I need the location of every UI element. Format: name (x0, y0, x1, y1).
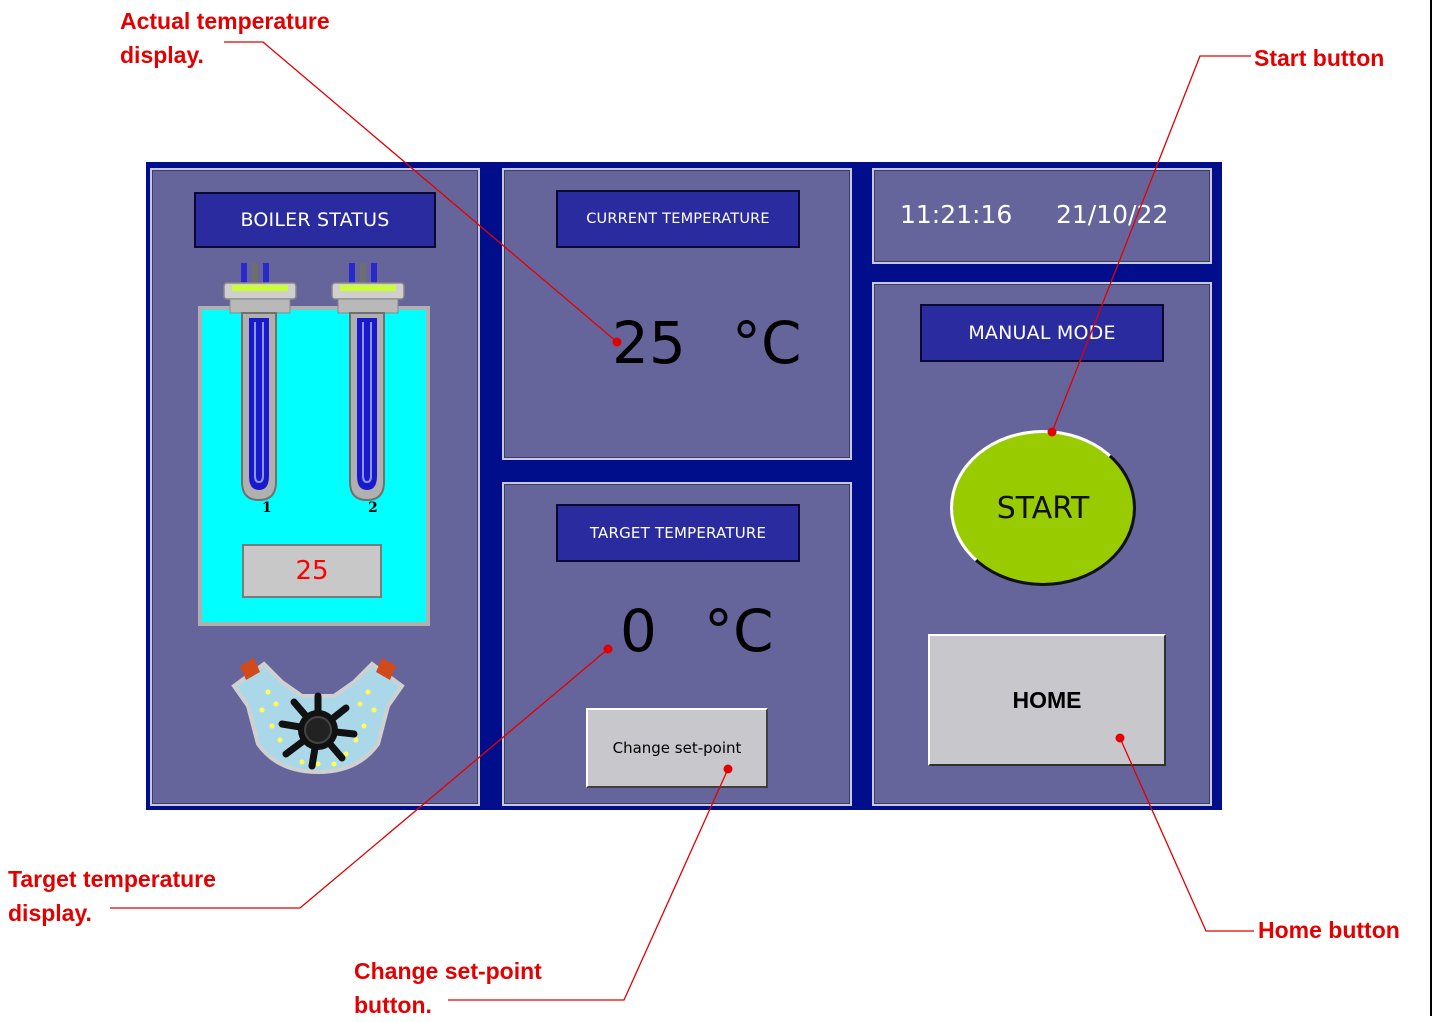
control-panel: MANUAL MODE START HOME (872, 282, 1212, 806)
current-temperature-panel: CURRENT TEMPERATURE 25 °C (502, 168, 852, 460)
annotation-actual-temperature: Actual temperature display. (120, 8, 330, 68)
right-edge-line (1430, 0, 1432, 1016)
home-button[interactable]: HOME (928, 634, 1166, 766)
current-temperature-label: CURRENT TEMPERATURE (556, 190, 800, 248)
heater-2-label: 2 (368, 500, 378, 516)
change-setpoint-button[interactable]: Change set-point (586, 708, 768, 788)
clock-time: 11:21:16 (900, 200, 1013, 229)
hmi-screen: BOILER STATUS 1 2 25 CURRENT TEMPERATURE… (146, 162, 1222, 810)
heater-1-label: 1 (262, 500, 272, 516)
annotation-change-setpoint: Change set-point button. (354, 958, 542, 1018)
boiler-panel: BOILER STATUS 1 2 25 (150, 168, 480, 806)
manual-mode-label: MANUAL MODE (920, 304, 1164, 362)
target-temperature-unit: °C (704, 597, 774, 665)
annotation-start-button: Start button (1254, 45, 1385, 71)
pump-icon (231, 658, 405, 774)
target-temperature-value: 0 (620, 597, 657, 665)
boiler-status-label: BOILER STATUS (194, 192, 436, 248)
current-temperature-value: 25 (612, 309, 686, 377)
water-temperature-display: 25 (242, 544, 382, 598)
annotation-target-temperature: Target temperature display. (8, 866, 216, 926)
annotation-home-button: Home button (1258, 917, 1400, 943)
target-temperature-panel: TARGET TEMPERATURE 0 °C Change set-point (502, 482, 852, 806)
clock-date: 21/10/22 (1056, 200, 1169, 229)
current-temperature-unit: °C (732, 309, 802, 377)
clock-panel: 11:21:16 21/10/22 (872, 168, 1212, 264)
start-button[interactable]: START (950, 430, 1136, 586)
target-temperature-label: TARGET TEMPERATURE (556, 504, 800, 562)
